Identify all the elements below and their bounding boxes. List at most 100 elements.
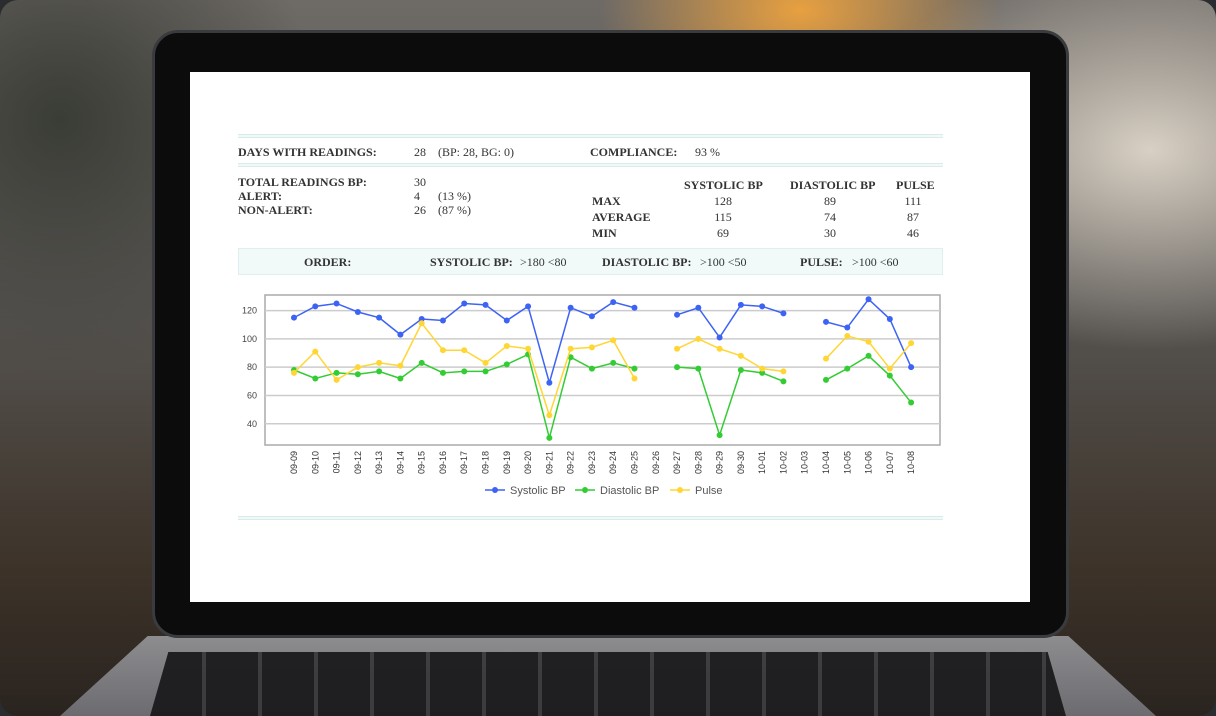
order-systolic-label: SYSTOLIC BP:: [430, 255, 513, 269]
y-tick-label: 40: [247, 419, 257, 429]
data-point: [376, 359, 383, 366]
data-point: [695, 365, 702, 372]
x-tick-label: 10-01: [757, 451, 767, 474]
stats-header-pulse: PULSE: [896, 178, 935, 192]
data-point: [780, 378, 787, 385]
data-point: [482, 301, 489, 308]
data-point: [908, 340, 915, 347]
order-label: ORDER:: [304, 255, 352, 269]
data-point: [886, 372, 893, 379]
data-point: [610, 359, 617, 366]
data-point: [823, 376, 829, 383]
data-point: [482, 368, 489, 375]
stats-max-label: MAX: [592, 194, 621, 208]
laptop-keyboard: [150, 652, 1066, 716]
x-tick-label: 09-14: [395, 451, 405, 474]
data-point: [354, 371, 361, 378]
data-point: [439, 317, 446, 324]
stats-cell: 69: [717, 226, 729, 240]
data-point: [503, 317, 510, 324]
data-point: [695, 304, 702, 311]
x-tick-label: 09-09: [289, 451, 299, 474]
nonalert-value: 26: [414, 203, 426, 217]
stats-cell: 111: [904, 194, 922, 208]
x-tick-label: 09-27: [672, 451, 682, 474]
stats-cell: 87: [907, 210, 919, 224]
data-point: [567, 304, 574, 311]
data-point: [737, 352, 744, 359]
data-point: [631, 304, 638, 311]
x-tick-label: 09-12: [353, 451, 363, 474]
stats-average-label: AVERAGE: [592, 210, 651, 224]
divider: [238, 163, 943, 167]
stats-cell: 89: [824, 194, 836, 208]
data-point: [333, 376, 340, 383]
data-point: [610, 337, 617, 344]
x-tick-label: 10-07: [885, 451, 895, 474]
data-point: [503, 361, 510, 368]
plot-area: [264, 294, 941, 446]
data-point: [397, 362, 404, 369]
x-tick-label: 10-04: [821, 451, 831, 474]
data-point: [674, 345, 681, 352]
data-point: [546, 434, 553, 441]
data-point: [610, 299, 617, 306]
data-point: [759, 365, 766, 372]
data-point: [674, 364, 681, 371]
days-detail: (BP: 28, BG: 0): [438, 145, 515, 159]
x-tick-label: 09-10: [310, 451, 320, 474]
data-point: [631, 375, 638, 382]
data-point: [418, 359, 425, 366]
data-point: [525, 303, 532, 310]
x-tick-label: 09-21: [544, 451, 554, 474]
x-tick-label: 09-20: [523, 451, 533, 474]
x-tick-label: 09-29: [715, 451, 725, 474]
days-label: DAYS WITH READINGS:: [238, 145, 377, 159]
vitals-line-chart: 40 60 80 100 120 09-09 09-10 09-11 09-12 09-13 09-…: [242, 294, 941, 497]
x-tick-label: 09-26: [651, 451, 661, 474]
data-point: [759, 303, 766, 310]
x-tick-label: 09-17: [459, 451, 469, 474]
y-tick-label: 100: [242, 334, 257, 344]
stats-min-label: MIN: [592, 226, 617, 240]
data-point: [823, 355, 829, 362]
data-point: [588, 344, 595, 351]
x-tick-label: 09-23: [587, 451, 597, 474]
x-tick-label: 09-13: [374, 451, 384, 474]
data-point: [354, 308, 361, 315]
alert-value: 4: [414, 189, 420, 203]
x-tick-label: 09-24: [608, 451, 618, 474]
y-tick-label: 60: [247, 390, 257, 400]
data-point: [716, 334, 723, 341]
alert-pct: (13 %): [438, 189, 471, 203]
order-pulse-label: PULSE:: [800, 255, 843, 269]
data-point: [312, 375, 319, 382]
data-point: [908, 399, 915, 406]
data-point: [482, 359, 489, 366]
data-point: [397, 375, 404, 382]
alert-label: ALERT:: [238, 189, 283, 203]
x-tick-label: 09-15: [417, 451, 427, 474]
divider: [238, 134, 943, 138]
stats-cell: 46: [907, 226, 919, 240]
legend-label: Pulse: [695, 485, 723, 497]
data-point: [886, 316, 893, 323]
data-point: [418, 320, 425, 327]
data-point: [908, 364, 915, 371]
data-point: [461, 300, 468, 307]
x-tick-label: 09-25: [629, 451, 639, 474]
days-value: 28: [414, 145, 426, 159]
data-point: [567, 345, 574, 352]
x-tick-label: 09-18: [481, 451, 491, 474]
order-diastolic-value: >100 <50: [700, 255, 747, 269]
total-label: TOTAL READINGS BP:: [238, 175, 367, 189]
data-point: [291, 369, 297, 376]
data-point: [333, 369, 340, 376]
divider: [238, 516, 943, 520]
x-tick-label: 10-06: [864, 451, 874, 474]
y-tick-label: 80: [247, 362, 257, 372]
order-pulse-value: >100 <60: [852, 255, 899, 269]
data-point: [844, 365, 851, 372]
y-tick-label: 120: [242, 306, 257, 316]
compliance-value: 93 %: [695, 145, 720, 159]
